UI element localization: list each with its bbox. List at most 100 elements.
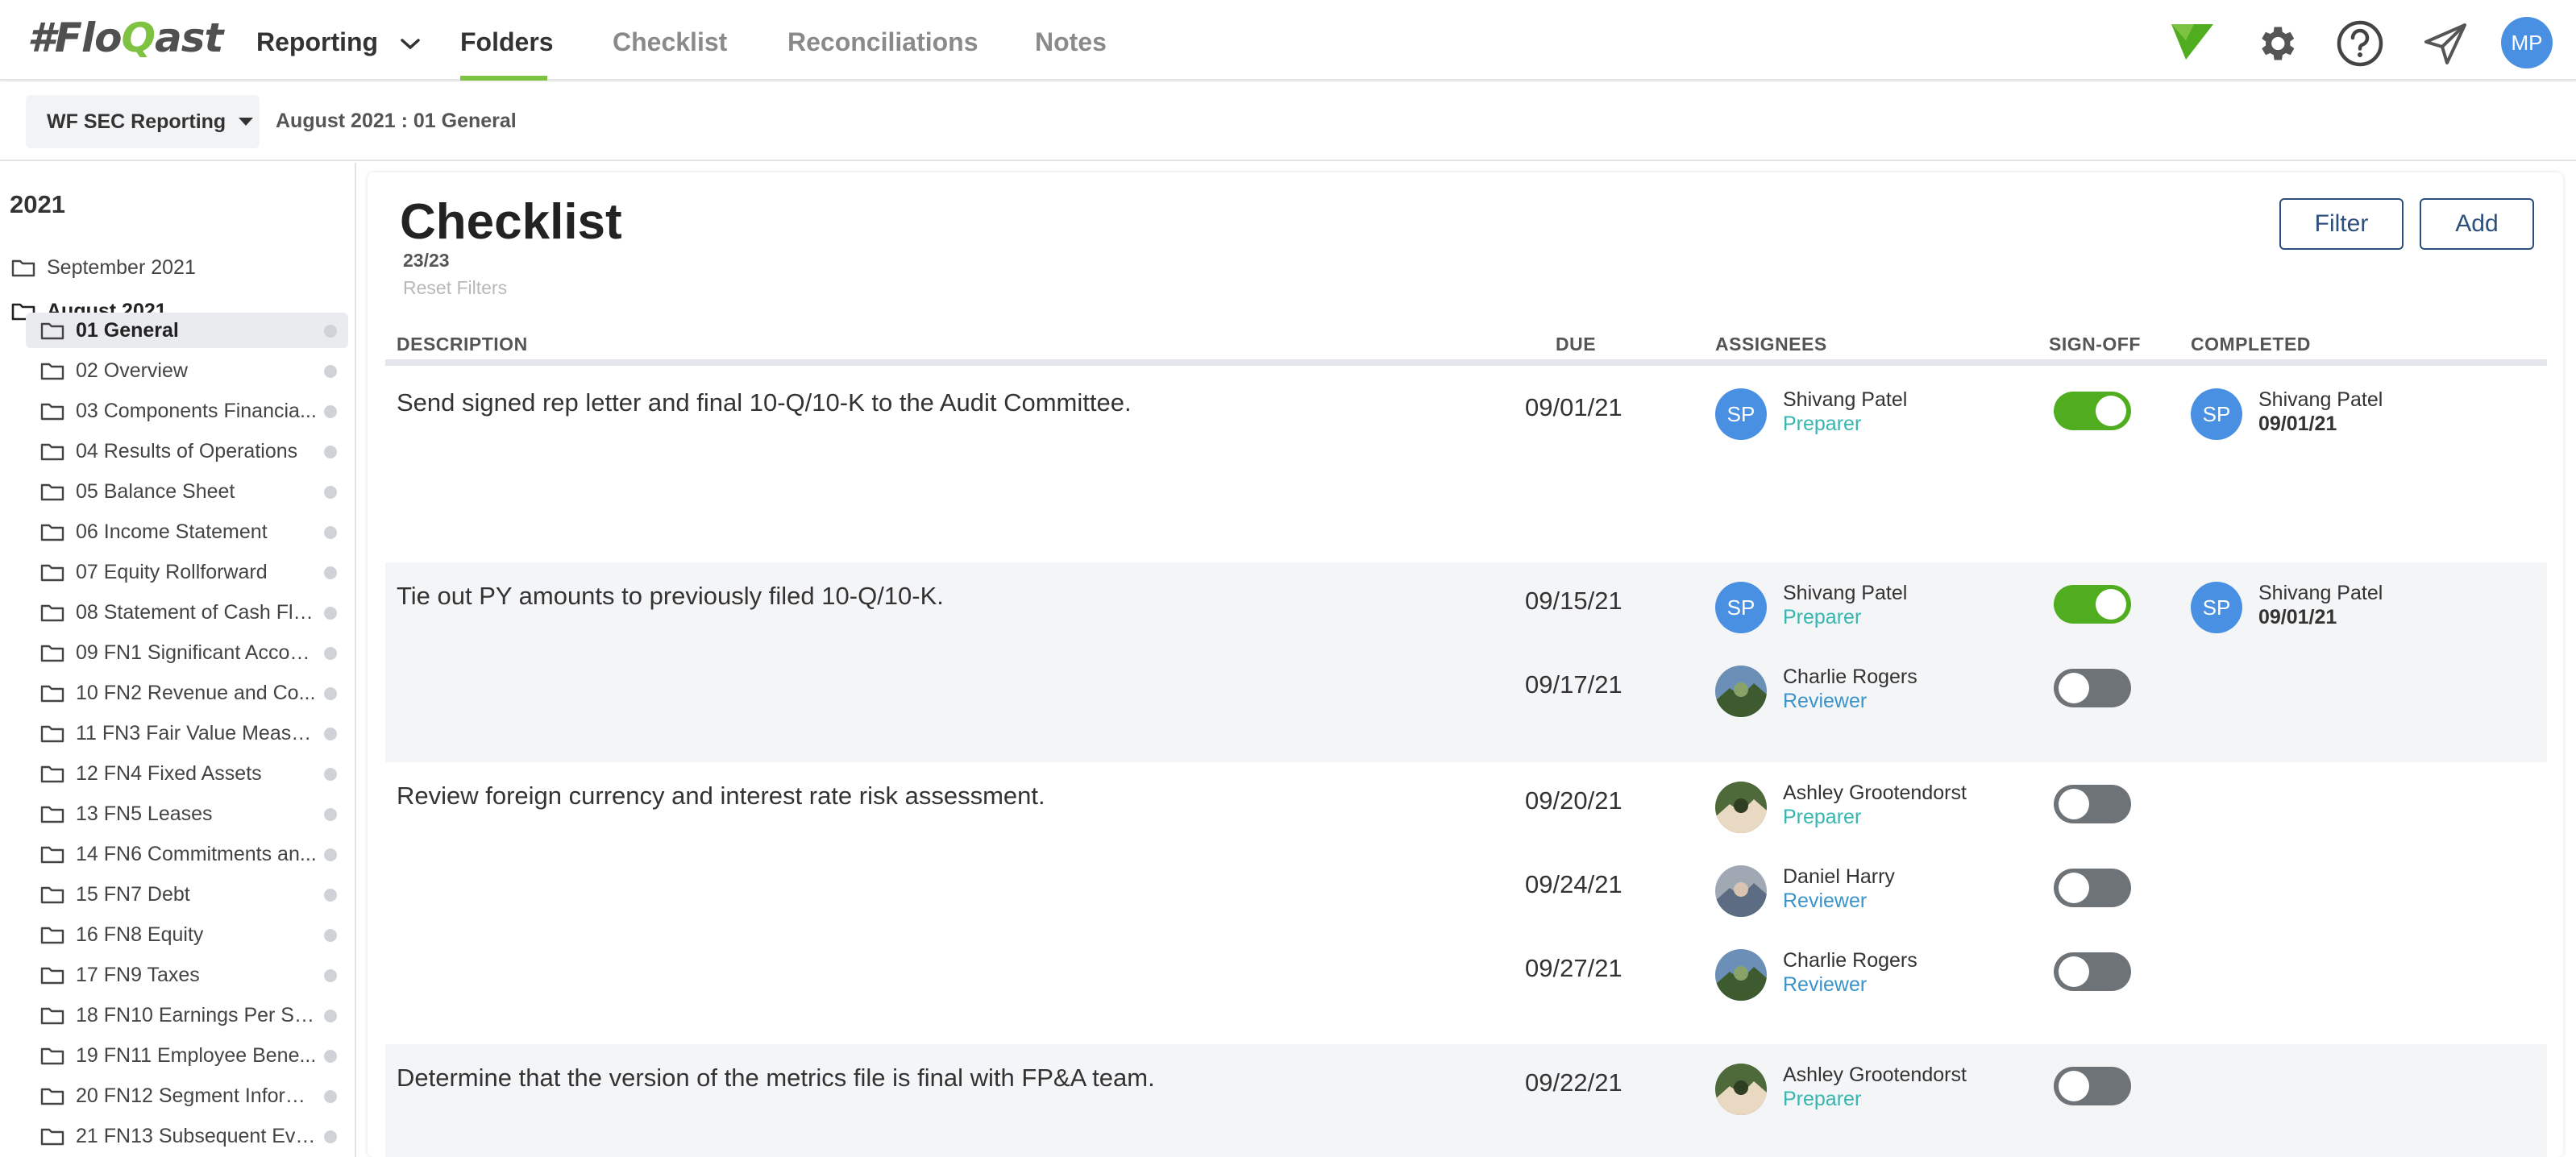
sidebar-item-folder[interactable]: 12 FN4 Fixed Assets: [26, 756, 348, 791]
filter-button[interactable]: Filter: [2279, 198, 2404, 250]
due-date[interactable]: 09/20/21: [1525, 786, 1622, 815]
column-header-signoff: SIGN-OFF: [2049, 334, 2141, 355]
due-date[interactable]: 09/27/21: [1525, 954, 1622, 983]
sidebar-item-folder[interactable]: 19 FN11 Employee Bene...: [26, 1038, 348, 1073]
sidebar-item-folder[interactable]: 16 FN8 Equity: [26, 917, 348, 952]
column-header-description[interactable]: DESCRIPTION: [397, 334, 528, 355]
status-dot: [324, 405, 337, 418]
signoff-toggle[interactable]: [2054, 952, 2131, 991]
folder-icon: [40, 443, 64, 461]
sidebar-item-label: 11 FN3 Fair Value Measu...: [76, 721, 318, 744]
status-dot: [324, 486, 337, 499]
due-date[interactable]: 09/24/21: [1525, 870, 1622, 899]
tab-reconciliations[interactable]: Reconciliations: [787, 27, 978, 57]
sidebar-item-folder[interactable]: 15 FN7 Debt: [26, 877, 348, 912]
sidebar-item-folder[interactable]: 05 Balance Sheet: [26, 474, 348, 509]
assignee-name: Ashley Grootendorst: [1783, 782, 1967, 804]
flag-icon[interactable]: [2170, 23, 2215, 61]
tab-folders[interactable]: Folders: [460, 27, 554, 57]
signoff-toggle[interactable]: [2054, 392, 2131, 430]
sidebar-item-folder[interactable]: 20 FN12 Segment Inform...: [26, 1078, 348, 1113]
folder-september-2021[interactable]: September 2021: [11, 250, 345, 285]
task-description[interactable]: Send signed rep letter and final 10-Q/10…: [397, 388, 1132, 417]
due-date[interactable]: 09/22/21: [1525, 1068, 1622, 1097]
tab-checklist[interactable]: Checklist: [613, 27, 727, 57]
status-dot: [324, 526, 337, 539]
status-dot: [324, 1010, 337, 1022]
sidebar-item-folder[interactable]: 10 FN2 Revenue and Co...: [26, 675, 348, 711]
chevron-down-icon: [401, 38, 420, 49]
sidebar-item-folder[interactable]: 02 Overview: [26, 353, 348, 388]
toggle-knob: [2096, 396, 2126, 426]
task-description[interactable]: Review foreign currency and interest rat…: [397, 782, 1045, 811]
profile-photo-icon: [1715, 865, 1767, 917]
sidebar-item-folder[interactable]: 13 FN5 Leases: [26, 796, 348, 831]
signoff-toggle[interactable]: [2054, 585, 2131, 624]
help-icon[interactable]: [2336, 19, 2384, 68]
signoff-toggle[interactable]: [2054, 669, 2131, 707]
assignee-role: Reviewer: [1783, 890, 1868, 912]
completed-by-name: Shivang Patel: [2258, 388, 2383, 411]
status-dot: [324, 929, 337, 942]
checklist-row[interactable]: [385, 1044, 2547, 1157]
sidebar-item-folder[interactable]: 07 Equity Rollforward: [26, 554, 348, 590]
folder-icon: [40, 846, 64, 864]
status-dot: [324, 808, 337, 821]
sidebar-item-label: 09 FN1 Significant Accou...: [76, 641, 318, 664]
sidebar-item-folder[interactable]: 18 FN10 Earnings Per Sh...: [26, 997, 348, 1033]
column-header-completed: COMPLETED: [2191, 334, 2311, 355]
tab-notes[interactable]: Notes: [1035, 27, 1107, 57]
profile-photo-icon: [1715, 949, 1767, 1001]
add-button[interactable]: Add: [2420, 198, 2534, 250]
status-dot: [324, 1050, 337, 1063]
assignee-role: Reviewer: [1783, 973, 1868, 996]
caret-down-icon: [239, 118, 254, 126]
sidebar-item-folder[interactable]: 06 Income Statement: [26, 514, 348, 549]
folder-icon: [40, 322, 64, 340]
sidebar-item-folder[interactable]: 03 Components Financia...: [26, 393, 348, 429]
completed-avatar: SP: [2191, 388, 2242, 440]
folder-icon: [40, 1128, 64, 1146]
top-navigation: #FloQast Reporting Folders Checklist Rec…: [0, 0, 2576, 81]
status-dot: [324, 848, 337, 861]
sidebar-item-label: 12 FN4 Fixed Assets: [76, 761, 262, 785]
assignee-name: Charlie Rogers: [1783, 949, 1917, 972]
due-date[interactable]: 09/01/21: [1525, 393, 1622, 422]
sidebar-item-folder[interactable]: 21 FN13 Subsequent Eve...: [26, 1118, 348, 1154]
sidebar-item-folder[interactable]: 14 FN6 Commitments an...: [26, 836, 348, 872]
sidebar-item-label: 03 Components Financia...: [76, 399, 317, 422]
due-date[interactable]: 09/17/21: [1525, 670, 1622, 699]
reset-filters-link[interactable]: Reset Filters: [403, 277, 507, 299]
assignee-role: Preparer: [1783, 806, 1862, 828]
signoff-toggle[interactable]: [2054, 1067, 2131, 1105]
workspace-select[interactable]: WF SEC Reporting: [26, 95, 260, 148]
signoff-toggle[interactable]: [2054, 869, 2131, 907]
task-description[interactable]: Tie out PY amounts to previously filed 1…: [397, 582, 944, 611]
sidebar-item-label: 21 FN13 Subsequent Eve...: [76, 1124, 318, 1147]
user-avatar[interactable]: MP: [2501, 17, 2553, 68]
folder-icon: [11, 259, 35, 277]
sidebar-item-folder[interactable]: 11 FN3 Fair Value Measu...: [26, 715, 348, 751]
send-icon[interactable]: [2423, 23, 2468, 66]
sidebar-item-folder[interactable]: 04 Results of Operations: [26, 433, 348, 469]
column-header-due[interactable]: DUE: [1556, 334, 1596, 355]
sidebar-item-folder[interactable]: 01 General: [26, 313, 348, 348]
profile-photo-icon: [1715, 782, 1767, 833]
toggle-knob: [2059, 956, 2089, 987]
task-description[interactable]: Determine that the version of the metric…: [397, 1064, 1155, 1093]
folder-icon: [40, 927, 64, 944]
due-date[interactable]: 09/15/21: [1525, 587, 1622, 616]
floqast-logo[interactable]: #FloQast: [27, 15, 223, 61]
folder-icon: [40, 564, 64, 582]
folder-icon: [40, 806, 64, 823]
table-header-divider: [385, 359, 2547, 366]
nav-reporting[interactable]: Reporting: [256, 27, 421, 57]
completed-date: 09/01/21: [2258, 606, 2337, 628]
nav-reporting-label: Reporting: [256, 27, 379, 56]
folder-icon: [40, 725, 64, 743]
signoff-toggle[interactable]: [2054, 785, 2131, 823]
gear-icon[interactable]: [2254, 21, 2299, 66]
sidebar-item-folder[interactable]: 08 Statement of Cash Flo...: [26, 595, 348, 630]
sidebar-item-folder[interactable]: 09 FN1 Significant Accou...: [26, 635, 348, 670]
sidebar-item-folder[interactable]: 17 FN9 Taxes: [26, 957, 348, 993]
